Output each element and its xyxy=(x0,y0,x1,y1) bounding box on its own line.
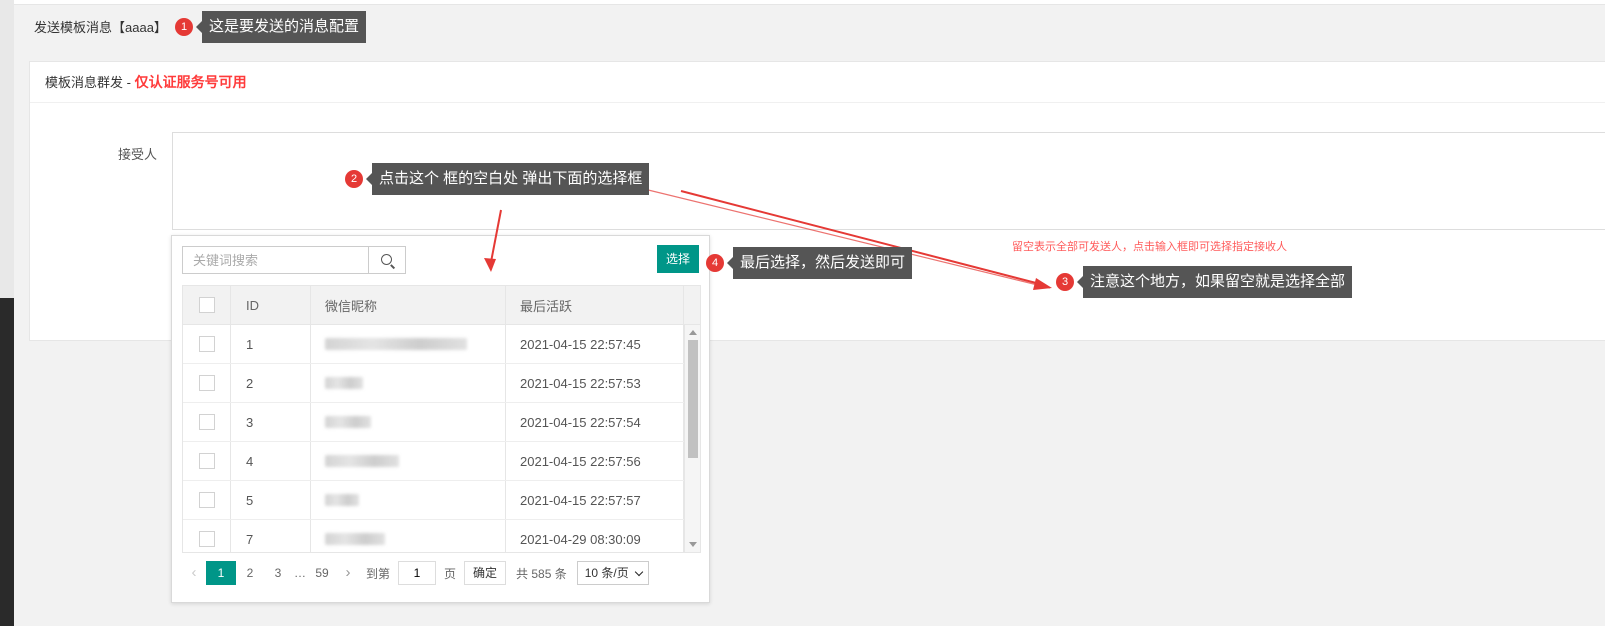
select-all-checkbox[interactable] xyxy=(198,297,215,313)
card-warning: 仅认证服务号可用 xyxy=(134,74,247,90)
row-id: 2 xyxy=(231,364,311,402)
column-header-last-active[interactable]: 最后活跃 xyxy=(506,286,684,324)
left-sidebar-edge xyxy=(0,0,14,626)
header-checkbox-cell xyxy=(183,286,231,324)
table-row[interactable]: 4 2021-04-15 22:57:56 xyxy=(183,442,684,481)
row-nickname-redacted xyxy=(311,403,506,441)
column-header-id[interactable]: ID xyxy=(231,286,311,324)
table-header: ID 微信昵称 最后活跃 xyxy=(183,286,700,325)
goto-label: 到第 xyxy=(366,566,391,581)
row-last-active: 2021-04-15 22:57:57 xyxy=(506,481,684,519)
row-checkbox[interactable] xyxy=(198,492,215,508)
redacted-nickname xyxy=(325,533,385,545)
row-id: 1 xyxy=(231,325,311,363)
row-checkbox-cell xyxy=(183,442,231,480)
callout-3: 3 注意这个地方，如果留空就是选择全部 xyxy=(1056,266,1353,298)
row-nickname-redacted xyxy=(311,442,506,480)
row-last-active: 2021-04-15 22:57:54 xyxy=(506,403,684,441)
callout-3-badge: 3 xyxy=(1056,273,1074,291)
page-2[interactable]: 2 xyxy=(236,561,264,585)
row-checkbox-cell xyxy=(183,520,231,552)
goto-confirm-button[interactable]: 确定 xyxy=(464,561,507,585)
next-page-icon[interactable]: › xyxy=(336,561,360,585)
scrollbar-thumb[interactable] xyxy=(688,340,698,458)
search-bar xyxy=(182,246,406,274)
row-checkbox-cell xyxy=(183,403,231,441)
callout-2-text: 点击这个 框的空白处 弹出下面的选择框 xyxy=(365,163,650,195)
row-id: 5 xyxy=(231,481,311,519)
callout-3-text: 注意这个地方，如果留空就是选择全部 xyxy=(1076,266,1353,298)
page-3[interactable]: 3 xyxy=(264,561,292,585)
chevron-down-icon xyxy=(634,567,643,577)
column-header-nickname[interactable]: 微信昵称 xyxy=(311,286,506,324)
row-checkbox[interactable] xyxy=(198,336,215,352)
table-row[interactable]: 1 2021-04-15 22:57:45 xyxy=(183,325,684,364)
redacted-nickname xyxy=(325,494,359,506)
callout-4-badge: 4 xyxy=(706,254,724,272)
callout-2-badge: 2 xyxy=(345,170,363,188)
row-last-active: 2021-04-15 22:57:56 xyxy=(506,442,684,480)
redacted-nickname xyxy=(325,338,467,350)
callout-2: 2 点击这个 框的空白处 弹出下面的选择框 xyxy=(345,163,650,195)
recipient-picker-popup: 选择 ID 微信昵称 最后活跃 1 2021-04-15 22:57:45 2 … xyxy=(171,235,710,603)
table-row[interactable]: 3 2021-04-15 22:57:54 xyxy=(183,403,684,442)
scroll-up-arrow-icon[interactable] xyxy=(689,330,697,335)
goto-page-input[interactable] xyxy=(398,561,437,585)
row-nickname-redacted xyxy=(311,481,506,519)
prev-page-icon[interactable]: ‹ xyxy=(182,561,206,585)
page-unit-label: 页 xyxy=(444,566,457,581)
row-last-active: 2021-04-29 08:30:09 xyxy=(506,520,684,552)
select-button[interactable]: 选择 xyxy=(657,245,699,273)
redacted-nickname xyxy=(325,416,371,428)
redacted-nickname xyxy=(325,377,363,389)
total-count: 共 585 条 xyxy=(516,566,567,581)
callout-4-text: 最后选择，然后发送即可 xyxy=(726,247,913,279)
search-button[interactable] xyxy=(368,246,406,274)
sidebar-light-strip xyxy=(0,0,14,298)
page-size-select[interactable]: 10 条/页 xyxy=(576,561,649,585)
row-nickname-redacted xyxy=(311,364,506,402)
row-nickname-redacted xyxy=(311,520,506,552)
page-ellipsis: … xyxy=(294,566,306,580)
column-header-spacer xyxy=(684,286,700,324)
row-checkbox[interactable] xyxy=(198,453,215,469)
callout-4: 4 最后选择，然后发送即可 xyxy=(706,247,913,279)
row-id: 4 xyxy=(231,442,311,480)
table-row[interactable]: 7 2021-04-29 08:30:09 xyxy=(183,520,684,552)
search-icon xyxy=(381,254,392,265)
row-last-active: 2021-04-15 22:57:45 xyxy=(506,325,684,363)
scroll-down-arrow-icon[interactable] xyxy=(689,542,697,547)
card-title-separator: - xyxy=(123,75,135,90)
row-nickname-redacted xyxy=(311,325,506,363)
row-checkbox[interactable] xyxy=(198,531,215,547)
table-body: 1 2021-04-15 22:57:45 2 2021-04-15 22:57… xyxy=(183,325,684,552)
page-1[interactable]: 1 xyxy=(206,561,236,585)
redacted-nickname xyxy=(325,455,399,467)
page-last[interactable]: 59 xyxy=(308,561,336,585)
row-checkbox-cell xyxy=(183,325,231,363)
table-row[interactable]: 5 2021-04-15 22:57:57 xyxy=(183,481,684,520)
table-row[interactable]: 2 2021-04-15 22:57:53 xyxy=(183,364,684,403)
row-checkbox[interactable] xyxy=(198,414,215,430)
row-checkbox-cell xyxy=(183,481,231,519)
card-header: 模板消息群发 - 仅认证服务号可用 xyxy=(30,62,1605,103)
row-id: 7 xyxy=(231,520,311,552)
card-title: 模板消息群发 xyxy=(45,75,124,90)
row-last-active: 2021-04-15 22:57:53 xyxy=(506,364,684,402)
pagination: ‹ 1 2 3 … 59 › 到第 页 确定 共 585 条 10 条/页 xyxy=(182,553,699,593)
recipient-label: 接受人 xyxy=(118,147,158,162)
callout-1-badge: 1 xyxy=(175,18,193,36)
row-checkbox[interactable] xyxy=(198,375,215,391)
callout-1: 1 这是要发送的消息配置 xyxy=(175,11,367,43)
page-size-value: 10 条/页 xyxy=(584,566,629,580)
user-table: ID 微信昵称 最后活跃 1 2021-04-15 22:57:45 2 202… xyxy=(182,285,701,553)
page-title: 发送模板消息【aaaa】 xyxy=(34,20,167,35)
table-scrollbar[interactable] xyxy=(684,325,700,552)
row-id: 3 xyxy=(231,403,311,441)
search-input[interactable] xyxy=(182,246,368,274)
row-checkbox-cell xyxy=(183,364,231,402)
recipient-hint: 留空表示全部可发送人，点击输入框即可选择指定接收人 xyxy=(1012,241,1287,253)
callout-1-text: 这是要发送的消息配置 xyxy=(195,11,367,43)
